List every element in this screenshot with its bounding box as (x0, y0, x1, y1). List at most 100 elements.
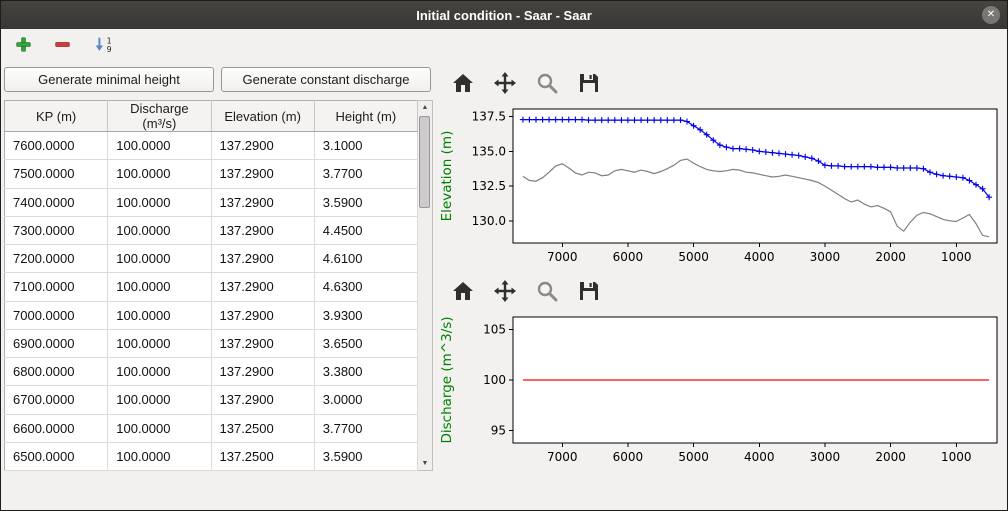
table-cell[interactable]: 7600.0000 (5, 132, 108, 160)
table-cell[interactable]: 4.6100 (314, 245, 417, 273)
column-header[interactable]: Discharge (m³/s) (108, 101, 211, 132)
table-cell[interactable]: 3.3800 (314, 358, 417, 386)
svg-text:105: 105 (483, 323, 506, 337)
svg-text:5000: 5000 (678, 450, 709, 464)
window-title: Initial condition - Saar - Saar (416, 8, 592, 23)
table-cell[interactable]: 100.0000 (108, 329, 211, 357)
table-cell[interactable]: 3.7700 (314, 414, 417, 442)
table-area: KP (m)Discharge (m³/s)Elevation (m)Heigh… (4, 100, 435, 471)
table-cell[interactable]: 7500.0000 (5, 160, 108, 188)
table-cell[interactable]: 137.2900 (211, 301, 314, 329)
table-cell[interactable]: 6500.0000 (5, 442, 108, 470)
table-cell[interactable]: 100.0000 (108, 132, 211, 160)
table-cell[interactable]: 3.1000 (314, 132, 417, 160)
add-row-icon[interactable] (15, 36, 32, 53)
table-cell[interactable]: 100.0000 (108, 358, 211, 386)
table-head-row: KP (m)Discharge (m³/s)Elevation (m)Heigh… (5, 101, 418, 132)
table-cell[interactable]: 137.2900 (211, 358, 314, 386)
table-row: 7100.0000100.0000137.29004.6300 (5, 273, 418, 301)
svg-text:7000: 7000 (547, 250, 578, 264)
table-cell[interactable]: 137.2500 (211, 414, 314, 442)
sort-rows-icon[interactable]: 1 9 (93, 36, 114, 53)
table-cell[interactable]: 137.2900 (211, 132, 314, 160)
table-cell[interactable]: 137.2900 (211, 273, 314, 301)
discharge-plot-toolbar (435, 275, 1007, 309)
titlebar[interactable]: Initial condition - Saar - Saar ✕ (1, 1, 1007, 29)
table-cell[interactable]: 3.9300 (314, 301, 417, 329)
svg-text:Elevation (m): Elevation (m) (439, 131, 455, 222)
scrollbar-thumb[interactable] (419, 116, 430, 208)
svg-text:7000: 7000 (547, 450, 578, 464)
elevation-chart[interactable]: 7000600050004000300020001000130.0132.513… (435, 101, 1007, 271)
table-cell[interactable]: 100.0000 (108, 188, 211, 216)
svg-text:135.0: 135.0 (472, 144, 506, 158)
table-cell[interactable]: 7100.0000 (5, 273, 108, 301)
svg-text:6000: 6000 (613, 250, 644, 264)
svg-text:2000: 2000 (875, 250, 906, 264)
right-panel: 7000600050004000300020001000130.0132.513… (435, 59, 1008, 510)
table-cell[interactable]: 137.2900 (211, 216, 314, 244)
table-cell[interactable]: 3.5900 (314, 188, 417, 216)
window: Initial condition - Saar - Saar ✕ 1 9 (0, 0, 1008, 511)
vertical-scrollbar[interactable]: ▲ ▼ (418, 100, 433, 471)
table-row: 6500.0000100.0000137.25003.5900 (5, 442, 418, 470)
table-cell[interactable]: 100.0000 (108, 160, 211, 188)
table-cell[interactable]: 3.0000 (314, 386, 417, 414)
table-cell[interactable]: 137.2900 (211, 386, 314, 414)
discharge-chart[interactable]: 700060005000400030002000100095100105Disc… (435, 309, 1007, 471)
table-cell[interactable]: 7300.0000 (5, 216, 108, 244)
table-cell[interactable]: 100.0000 (108, 245, 211, 273)
save-icon[interactable] (577, 279, 601, 303)
table-cell[interactable]: 137.2900 (211, 160, 314, 188)
scroll-down-arrow-icon[interactable]: ▼ (418, 457, 432, 470)
left-panel: Generate minimal height Generate constan… (1, 59, 435, 510)
table-cell[interactable]: 7400.0000 (5, 188, 108, 216)
table-cell[interactable]: 3.6500 (314, 329, 417, 357)
svg-text:95: 95 (491, 423, 506, 437)
table-cell[interactable]: 100.0000 (108, 273, 211, 301)
table-cell[interactable]: 100.0000 (108, 442, 211, 470)
svg-text:137.5: 137.5 (472, 110, 506, 124)
table-cell[interactable]: 3.7700 (314, 160, 417, 188)
scroll-up-arrow-icon[interactable]: ▲ (418, 101, 432, 114)
column-header[interactable]: Elevation (m) (211, 101, 314, 132)
table-cell[interactable]: 100.0000 (108, 414, 211, 442)
generate-constant-discharge-button[interactable]: Generate constant discharge (221, 67, 431, 92)
table-cell[interactable]: 7000.0000 (5, 301, 108, 329)
table-row: 7300.0000100.0000137.29004.4500 (5, 216, 418, 244)
table-cell[interactable]: 3.5900 (314, 442, 417, 470)
svg-text:5000: 5000 (678, 250, 709, 264)
table-cell[interactable]: 137.2900 (211, 245, 314, 273)
table-cell[interactable]: 6600.0000 (5, 414, 108, 442)
table-cell[interactable]: 100.0000 (108, 301, 211, 329)
generate-minimal-height-button[interactable]: Generate minimal height (4, 67, 214, 92)
svg-text:4000: 4000 (744, 250, 775, 264)
svg-text:100: 100 (483, 373, 506, 387)
home-icon[interactable] (451, 71, 475, 95)
save-icon[interactable] (577, 71, 601, 95)
table-cell[interactable]: 137.2500 (211, 442, 314, 470)
pan-icon[interactable] (493, 279, 517, 303)
table-cell[interactable]: 6700.0000 (5, 386, 108, 414)
table-cell[interactable]: 6800.0000 (5, 358, 108, 386)
pan-icon[interactable] (493, 71, 517, 95)
zoom-icon[interactable] (535, 71, 559, 95)
column-header[interactable]: Height (m) (314, 101, 417, 132)
table-cell[interactable]: 100.0000 (108, 386, 211, 414)
home-icon[interactable] (451, 279, 475, 303)
zoom-icon[interactable] (535, 279, 559, 303)
table-cell[interactable]: 100.0000 (108, 216, 211, 244)
table-cell[interactable]: 7200.0000 (5, 245, 108, 273)
column-header[interactable]: KP (m) (5, 101, 108, 132)
table-cell[interactable]: 137.2900 (211, 188, 314, 216)
table-row: 7600.0000100.0000137.29003.1000 (5, 132, 418, 160)
table-cell[interactable]: 4.6300 (314, 273, 417, 301)
table-cell[interactable]: 4.4500 (314, 216, 417, 244)
table-row: 6600.0000100.0000137.25003.7700 (5, 414, 418, 442)
table-cell[interactable]: 6900.0000 (5, 329, 108, 357)
close-button[interactable]: ✕ (982, 6, 1000, 24)
remove-row-icon[interactable] (54, 36, 71, 53)
table-row: 7200.0000100.0000137.29004.6100 (5, 245, 418, 273)
svg-text:9: 9 (107, 44, 112, 52)
table-cell[interactable]: 137.2900 (211, 329, 314, 357)
